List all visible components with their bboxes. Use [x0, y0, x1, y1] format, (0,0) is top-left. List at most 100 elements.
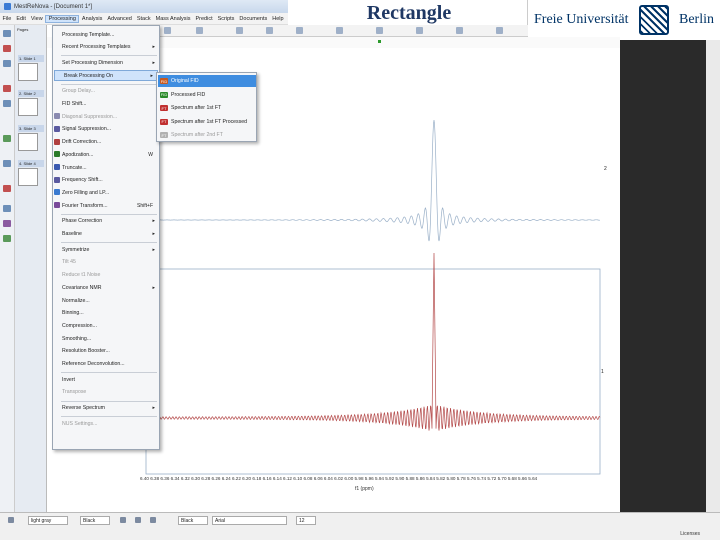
toolbar-button[interactable] [416, 27, 423, 34]
menu-item[interactable]: Frequency Shift... [53, 175, 159, 186]
menu-item[interactable]: Processing Template... [53, 29, 159, 40]
font-size-select[interactable]: 12 [296, 516, 316, 525]
toolbar-button[interactable] [376, 27, 383, 34]
menu-advanced[interactable]: Advanced [105, 16, 134, 22]
text-color-select[interactable]: Black [178, 516, 208, 525]
menu-item[interactable]: Normalize... [53, 295, 159, 306]
menu-scripts[interactable]: Scripts [215, 16, 237, 22]
menu-item: NUS Settings... [53, 418, 159, 429]
menu-item[interactable]: Fourier Transform... Shift+F [53, 200, 159, 211]
menu-item-label: Truncate... [62, 164, 87, 171]
menu-documents[interactable]: Documents [237, 16, 270, 22]
menu-stack[interactable]: Stack [134, 16, 153, 22]
tool-icon[interactable] [3, 100, 11, 107]
menu-item[interactable]: Apodization... W [53, 149, 159, 160]
toolbar-button[interactable] [164, 27, 171, 34]
menu-item[interactable]: Signal Suppression... [53, 124, 159, 135]
tool-icon[interactable] [3, 220, 11, 227]
menu-separator [61, 372, 157, 374]
menu-item[interactable]: Compression... [53, 320, 159, 331]
menu-item-label: Fourier Transform... [62, 202, 108, 209]
submenu-item-label: Spectrum after 1st FT Processed [171, 118, 248, 125]
scrollbar[interactable] [706, 40, 720, 515]
toolbar-button[interactable] [266, 27, 273, 34]
toolbar-button[interactable] [296, 27, 303, 34]
window-title: MestReNova - [Document 1*] [14, 3, 93, 10]
page-thumbnail[interactable]: 3. Slide 3 [18, 125, 44, 151]
menu-item[interactable]: Binning... [53, 308, 159, 319]
menu-item-label: Compression... [62, 322, 97, 329]
tool-icon[interactable] [3, 135, 11, 142]
menu-item-label: Tilt 45 [62, 259, 76, 266]
italic-icon[interactable] [135, 517, 141, 523]
menu-item[interactable]: Invert [53, 374, 159, 385]
tool-icon[interactable] [3, 45, 11, 52]
menu-edit[interactable]: Edit [14, 16, 28, 22]
ft-icon: FT [160, 132, 168, 138]
toolbar-button[interactable] [196, 27, 203, 34]
menu-view[interactable]: View [28, 16, 45, 22]
style-select[interactable]: Black [80, 516, 110, 525]
menu-item-icon [54, 189, 60, 196]
menu-item-label: Baseline [62, 231, 82, 237]
page-thumbnail[interactable]: 2. Slide 2 [18, 90, 44, 116]
menu-mass-analysis[interactable]: Mass Analysis [153, 16, 193, 22]
menu-item[interactable]: Truncate... [53, 162, 159, 173]
toolbar [156, 25, 528, 37]
menu-item[interactable]: Covariance NMR ▸ [53, 282, 159, 293]
font-select[interactable]: Arial [212, 516, 287, 525]
toolbar-button[interactable] [496, 27, 503, 34]
chevron-right-icon: ▸ [152, 284, 155, 291]
menu-item[interactable]: Reverse Spectrum ▸ [53, 403, 159, 414]
bold-icon[interactable] [120, 517, 126, 523]
menu-item[interactable]: FID Shift... [53, 99, 159, 110]
processing-menu: Processing Template... Recent Processing … [52, 25, 160, 450]
menu-item-shortcut: W [148, 151, 153, 158]
color-select[interactable]: light gray [28, 516, 68, 525]
menu-file[interactable]: File [0, 16, 14, 22]
tool-icon[interactable] [3, 185, 11, 192]
menu-item[interactable]: Drift Correction... [53, 137, 159, 148]
menu-bar: File Edit View Processing Analysis Advanced St… [0, 13, 288, 25]
menu-processing[interactable]: Processing [45, 14, 80, 23]
menu-item[interactable]: Baseline ▸ [53, 229, 159, 240]
fill-icon[interactable] [8, 517, 14, 523]
toolbar-button[interactable] [456, 27, 463, 34]
left-toolbar [0, 25, 15, 515]
license-status: Licenses [680, 531, 700, 537]
page-thumbnail[interactable]: 1. Slide 1 [18, 55, 44, 81]
menu-item[interactable]: Reference Deconvolution... [53, 359, 159, 370]
menu-item[interactable]: Set Processing Dimension ▸ [53, 57, 159, 68]
menu-item[interactable]: Phase Correction ▸ [53, 216, 159, 227]
submenu-item[interactable]: FID Processed FID [158, 89, 256, 101]
tool-icon[interactable] [3, 60, 11, 67]
menu-item-icon [54, 202, 60, 209]
toolbar-button[interactable] [236, 27, 243, 34]
menu-item[interactable]: Break Processing On ▸ [54, 70, 158, 82]
tool-icon[interactable] [3, 235, 11, 242]
menu-item-label: Symmetrize [62, 246, 90, 253]
page-thumbnail[interactable]: 4. Slide 4 [18, 160, 44, 186]
menu-help[interactable]: Help [270, 16, 286, 22]
selection-handle[interactable] [378, 40, 381, 43]
toolbar-button[interactable] [336, 27, 343, 34]
fid-icon: FID [160, 91, 168, 98]
tool-icon[interactable] [3, 160, 11, 167]
submenu-item[interactable]: FT Spectrum after 1st FT Processed [158, 116, 256, 128]
fid-icon: FID [160, 78, 168, 84]
tool-icon[interactable] [3, 30, 11, 37]
submenu-item[interactable]: FT Spectrum after 1st FT [158, 102, 256, 114]
menu-item[interactable]: Recent Processing Templates ▸ [53, 42, 159, 53]
tool-icon[interactable] [3, 205, 11, 212]
menu-item[interactable]: Resolution Booster... [53, 346, 159, 357]
menu-item[interactable]: Smoothing... [53, 333, 159, 344]
menu-item[interactable]: Symmetrize ▸ [53, 244, 159, 255]
menu-item[interactable]: Zero Filling and LP... [53, 187, 159, 198]
tool-icon[interactable] [3, 85, 11, 92]
submenu-item[interactable]: FID Original FID [158, 75, 256, 87]
lower-trace [145, 252, 601, 431]
underline-icon[interactable] [150, 517, 156, 523]
menu-analysis[interactable]: Analysis [79, 16, 104, 22]
submenu-item-label: Spectrum after 1st FT [171, 105, 222, 111]
menu-predict[interactable]: Predict [193, 16, 215, 22]
